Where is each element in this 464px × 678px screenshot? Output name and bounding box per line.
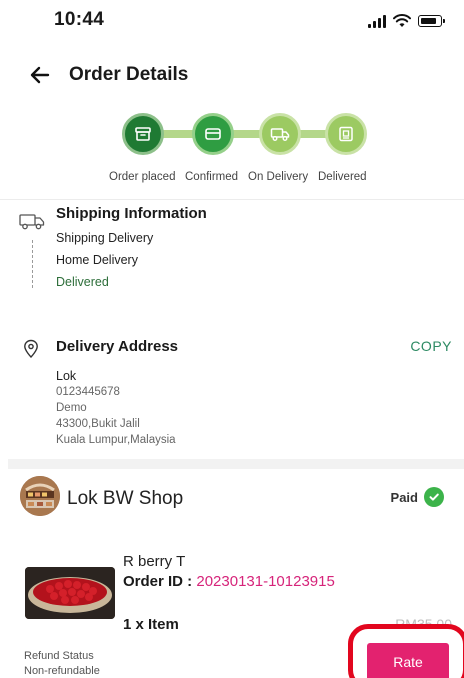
shipping-status: Delivered bbox=[56, 275, 109, 289]
refund-status-label: Refund Status bbox=[24, 650, 94, 662]
card-icon bbox=[205, 128, 221, 140]
item-quantity: 1 x Item bbox=[123, 616, 179, 633]
recipient-phone: 0123445678 bbox=[56, 386, 120, 398]
delivered-package-icon bbox=[339, 126, 353, 142]
refund-status-value: Non-refundable bbox=[24, 665, 100, 677]
recipient-name: Lok bbox=[56, 369, 77, 383]
address-line: Demo bbox=[56, 402, 87, 414]
step-order-placed bbox=[122, 113, 164, 155]
truck-outline-icon bbox=[19, 214, 45, 230]
location-pin-icon bbox=[24, 339, 38, 359]
progress-connector bbox=[160, 130, 196, 138]
wifi-icon bbox=[393, 14, 411, 27]
box-icon bbox=[135, 127, 151, 141]
address-line: Kuala Lumpur,Malaysia bbox=[56, 434, 176, 446]
item-price: RM35.00 bbox=[395, 616, 452, 632]
payment-status: Paid bbox=[391, 487, 444, 507]
copy-address-button[interactable]: COPY bbox=[410, 338, 452, 354]
shipping-info-title: Shipping Information bbox=[56, 205, 207, 222]
step-label-delivered: Delivered bbox=[318, 171, 367, 183]
bakery-display-icon bbox=[20, 476, 60, 516]
status-bar: 10:44 bbox=[0, 0, 464, 42]
order-progress-stepper: Order placed Confirmed On Delivery Deliv… bbox=[0, 108, 464, 190]
shipping-timeline-line bbox=[32, 240, 33, 288]
arrow-left-icon bbox=[30, 66, 50, 84]
step-label-confirmed: Confirmed bbox=[185, 171, 239, 183]
order-id-label: Order ID : bbox=[123, 573, 193, 590]
shop-name[interactable]: Lok BW Shop bbox=[67, 488, 183, 510]
payment-status-label: Paid bbox=[390, 489, 418, 505]
shipping-method: Shipping Delivery bbox=[56, 231, 154, 245]
check-circle-icon bbox=[424, 487, 444, 507]
section-separator bbox=[8, 459, 464, 469]
back-button[interactable] bbox=[26, 61, 56, 89]
status-time: 10:44 bbox=[54, 9, 105, 30]
cellular-signal-icon bbox=[368, 14, 386, 28]
header: Order Details bbox=[0, 55, 464, 95]
product-name: R berry T bbox=[123, 553, 186, 570]
step-delivered bbox=[325, 113, 367, 155]
delivery-type: Home Delivery bbox=[56, 253, 138, 267]
divider bbox=[0, 199, 464, 200]
rate-button[interactable]: Rate bbox=[367, 643, 449, 678]
status-icons bbox=[368, 14, 445, 28]
step-confirmed bbox=[192, 113, 234, 155]
order-id-value: 20230131-10123915 bbox=[196, 573, 335, 590]
step-label-on-delivery: On Delivery bbox=[248, 171, 309, 183]
step-on-delivery bbox=[259, 113, 301, 155]
battery-icon bbox=[418, 15, 445, 27]
delivery-address-title: Delivery Address bbox=[56, 338, 179, 355]
product-image bbox=[25, 567, 115, 619]
step-label-order-placed: Order placed bbox=[109, 171, 176, 183]
address-line: 43300,Bukit Jalil bbox=[56, 418, 140, 430]
truck-icon bbox=[270, 128, 290, 141]
page-title: Order Details bbox=[69, 64, 189, 85]
order-id: Order ID : 20230131-10123915 bbox=[123, 573, 335, 590]
shop-logo bbox=[20, 476, 60, 516]
